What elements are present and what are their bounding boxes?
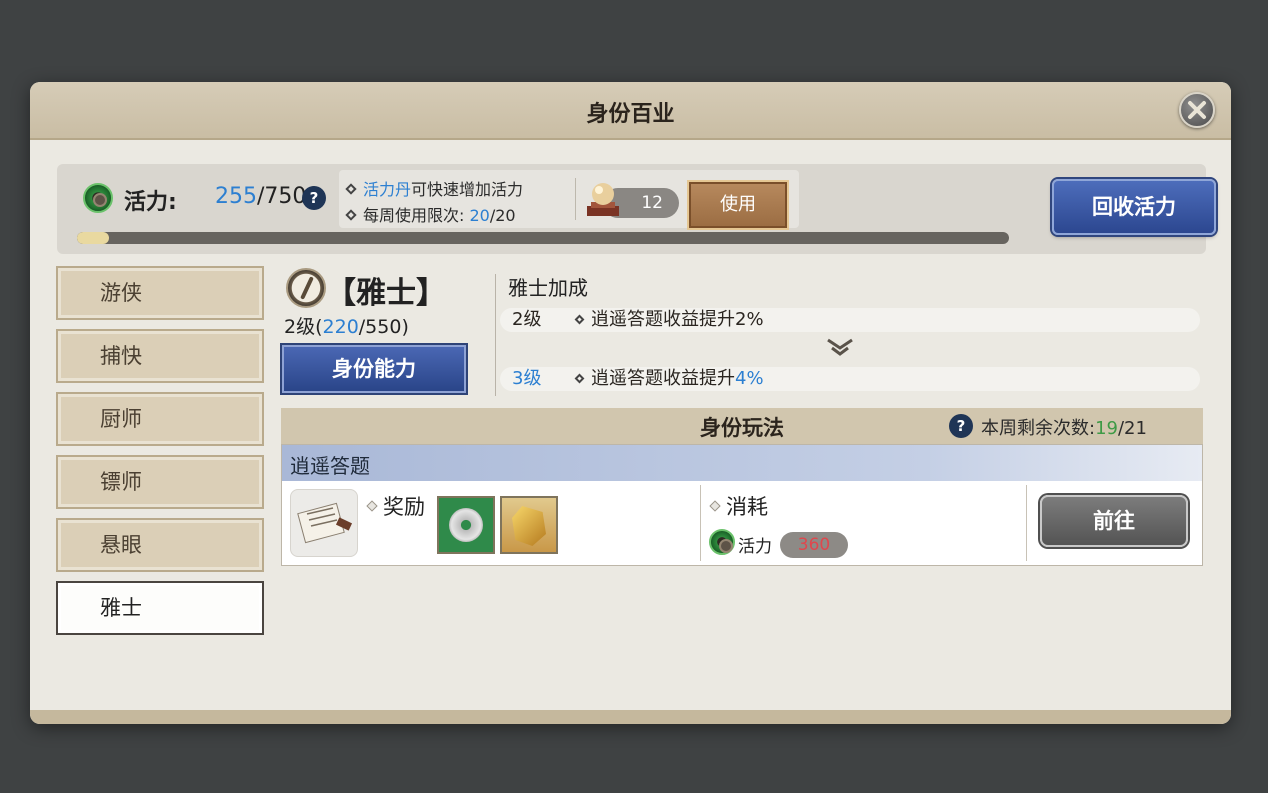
identity-name: 【雅士】 [326,276,446,311]
energy-progress-bar [77,232,1009,244]
title-bar: 身份百业 [30,82,1231,140]
tip-line-1-text: 可快速增加活力 [411,180,524,199]
energy-current: 255 [215,184,257,209]
next-bonus-level: 3级 [512,368,542,389]
tip-line-2: 每周使用限次: 20/20 [345,202,516,226]
weekly-max: /21 [1117,418,1147,439]
bullet-icon [345,183,357,195]
energy-label: 活力: [124,190,177,215]
dialog-title: 身份百业 [586,101,675,127]
bullet-icon [574,373,585,384]
weekly-count: 19 [1095,418,1118,439]
level-prefix: 2级( [284,316,323,338]
go-button[interactable]: 前往 [1040,495,1188,547]
current-bonus-text: 逍遥答题收益提升2% [574,308,764,332]
next-bonus-text: 逍遥答题收益提升4% [574,367,764,391]
energy-tip-box: 活力丹可快速增加活力 每周使用限次: 20/20 12 使用 [339,170,799,230]
cost-label: 消耗 [726,495,768,519]
sidebar-item-biaoshi[interactable]: 镖师 [56,455,264,509]
cost-value: 360 [780,532,848,558]
scroll-icon [290,489,358,557]
header-divider [495,274,496,396]
weekly-label: 本周剩余次数: [981,418,1096,439]
use-button[interactable]: 使用 [687,180,789,230]
next-bonus-desc: 逍遥答题收益提升 [591,368,735,389]
current-bonus-level: 2级 [512,309,542,330]
tip-limit-label: 每周使用限次: [363,206,470,225]
card-divider [700,485,701,561]
bottom-border [30,710,1231,724]
energy-help-icon[interactable]: ? [302,186,326,210]
activity-title: 逍遥答题 [290,454,370,478]
sidebar-item-xuanyan[interactable]: 悬眼 [56,518,264,572]
brush-icon [286,268,326,308]
coin-reward-icon[interactable] [437,496,495,554]
weekly-help-icon[interactable]: ? [949,414,973,438]
bullet-icon [366,500,378,512]
energy-jade-icon [83,183,113,213]
exp-current: 220 [322,316,359,338]
energy-progress-fill [77,232,109,244]
sidebar-item-yashi[interactable]: 雅士 [56,581,264,635]
tip-divider [575,178,576,220]
weekly-remaining: 本周剩余次数:19/21 [981,414,1147,440]
bullet-icon [709,500,721,512]
current-bonus-row: 2级 逍遥答题收益提升2% [500,308,1200,332]
sidebar-item-chushi[interactable]: 厨师 [56,392,264,446]
recover-energy-button[interactable]: 回收活力 [1052,179,1216,235]
energy-jade-icon [709,529,735,555]
bullet-icon [345,209,357,221]
energy-panel: 活力: 255/7500 ? 活力丹可快速增加活力 每周使用限次: 20/20 … [57,164,1216,254]
exp-max: /550) [358,316,409,338]
current-bonus-desc: 逍遥答题收益提升2% [591,309,764,330]
tip-line-1: 活力丹可快速增加活力 [345,176,524,200]
bullet-icon [574,314,585,325]
chevron-down-icon [827,338,853,356]
reward-label: 奖励 [383,495,425,519]
activity-card: 逍遥答题 奖励 消耗 活力 360 前往 [281,444,1203,566]
identity-level: 2级(220/550) [284,312,409,339]
card-divider [1026,485,1027,561]
close-button[interactable] [1179,92,1215,128]
identity-dialog: 身份百业 活力: 255/7500 ? 活力丹可快速增加活力 每周使用限次: 2… [30,82,1231,724]
next-bonus-value: 4% [735,368,764,389]
tip-limit-used: 20 [469,206,490,225]
gameplay-header: 身份玩法 ? 本周剩余次数:19/21 [281,408,1203,444]
bonus-title: 雅士加成 [508,276,588,300]
next-bonus-row: 3级 逍遥答题收益提升4% [500,367,1200,391]
tip-item-name: 活力丹 [363,180,412,199]
pill-orb-icon [587,183,619,216]
sidebar-item-youxia[interactable]: 游侠 [56,266,264,320]
cost-resource: 活力 [738,537,772,557]
activity-header: 逍遥答题 [282,445,1202,481]
sidebar-item-bukuai[interactable]: 捕快 [56,329,264,383]
ore-reward-icon[interactable] [500,496,558,554]
identity-ability-button[interactable]: 身份能力 [282,345,466,393]
tip-limit-max: /20 [489,206,516,225]
close-icon [1188,101,1206,119]
